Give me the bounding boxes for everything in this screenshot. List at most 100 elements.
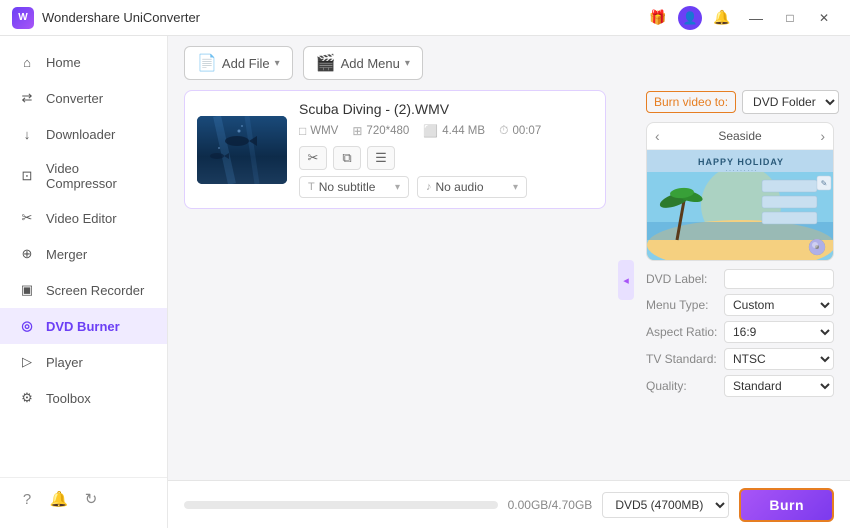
add-file-button[interactable]: 📄 Add File ▾	[184, 46, 293, 80]
user-icon[interactable]: 👤	[678, 6, 702, 30]
sidebar-item-downloader[interactable]: ↓ Downloader	[0, 116, 167, 152]
quality-row: Quality: Standard	[646, 375, 834, 397]
add-menu-chevron: ▾	[405, 58, 410, 69]
svg-text:✎: ✎	[821, 179, 828, 188]
app-title: Wondershare UniConverter	[42, 10, 200, 25]
progress-bar	[184, 501, 498, 509]
preview-prev-button[interactable]: ‹	[655, 128, 660, 144]
dvd-burner-icon: ◎	[18, 317, 36, 335]
audio-chevron: ▾	[513, 182, 518, 193]
subtitle-chevron: ▾	[395, 182, 400, 193]
collapse-panel-button[interactable]: ◂	[618, 260, 634, 300]
svg-text:· · · · · · · · ·: · · · · · · · · ·	[725, 168, 756, 174]
audio-icon: ♪	[426, 181, 432, 193]
help-icon[interactable]: ?	[16, 488, 38, 510]
toolbox-icon: ⚙	[18, 389, 36, 407]
copy-button[interactable]: ⧉	[333, 146, 361, 170]
dvd-format-select-wrap: DVD5 (4700MB)	[602, 492, 729, 518]
file-duration: ⏱ 00:07	[499, 123, 541, 138]
video-editor-icon: ✂	[18, 209, 36, 227]
add-file-icon: 📄	[197, 53, 217, 73]
app-logo: W	[12, 7, 34, 29]
merger-icon: ⊕	[18, 245, 36, 263]
sidebar-label-converter: Converter	[46, 91, 103, 106]
add-menu-label: Add Menu	[341, 56, 400, 71]
aspect-ratio-select[interactable]: 16:9	[724, 321, 834, 343]
titlebar: W Wondershare UniConverter 🎁 👤 🔔 — □ ✕	[0, 0, 850, 36]
svg-text:HAPPY HOLIDAY: HAPPY HOLIDAY	[698, 157, 784, 167]
burn-to-select[interactable]: DVD Folder	[742, 90, 839, 114]
dvd-label-label: DVD Label:	[646, 272, 707, 286]
format-icon: □	[299, 124, 306, 138]
preview-title: Seaside	[718, 129, 761, 143]
audio-label: No audio	[436, 180, 484, 194]
subtitle-label: No subtitle	[319, 180, 376, 194]
menu-type-row: Menu Type: Custom	[646, 294, 834, 316]
file-name: Scuba Diving - (2).WMV	[299, 101, 593, 117]
sidebar-label-video-editor: Video Editor	[46, 211, 117, 226]
file-resolution: ⊞ 720*480	[352, 124, 409, 138]
sidebar-bottom: ? 🔔 ↻	[0, 477, 167, 520]
player-icon: ▷	[18, 353, 36, 371]
tv-standard-row: TV Standard: NTSC	[646, 348, 834, 370]
titlebar-left: W Wondershare UniConverter	[12, 7, 200, 29]
screen-recorder-icon: ▣	[18, 281, 36, 299]
sidebar-item-video-editor[interactable]: ✂ Video Editor	[0, 200, 167, 236]
file-size: ⬜ 4.44 MB	[423, 124, 485, 138]
refresh-icon[interactable]: ↻	[80, 488, 102, 510]
downloader-icon: ↓	[18, 125, 36, 143]
sidebar-item-converter[interactable]: ⇄ Converter	[0, 80, 167, 116]
preview-header: ‹ Seaside ›	[647, 123, 833, 150]
subtitle-icon: T	[308, 181, 315, 193]
preview-next-button[interactable]: ›	[820, 128, 825, 144]
storage-info: 0.00GB/4.70GB	[508, 498, 593, 512]
bottom-bar: 0.00GB/4.70GB DVD5 (4700MB) Burn	[168, 480, 850, 528]
dvd-label-input[interactable]	[724, 269, 834, 289]
subtitle-dropdown[interactable]: T No subtitle ▾	[299, 176, 409, 198]
content-area: 📄 Add File ▾ 🎬 Add Menu ▾	[168, 36, 850, 528]
add-file-label: Add File	[222, 56, 270, 71]
dvd-format-select[interactable]: DVD5 (4700MB)	[603, 493, 728, 517]
gift-icon[interactable]: 🎁	[644, 4, 672, 32]
file-info: Scuba Diving - (2).WMV □ WMV ⊞ 720*480	[299, 101, 593, 198]
dvd-settings: DVD Label: Menu Type: Custom Aspect Rati…	[646, 269, 834, 397]
sidebar-item-merger[interactable]: ⊕ Merger	[0, 236, 167, 272]
home-icon: ⌂	[18, 53, 36, 71]
list-button[interactable]: ☰	[367, 146, 395, 170]
audio-dropdown[interactable]: ♪ No audio ▾	[417, 176, 527, 198]
minimize-button[interactable]: —	[742, 4, 770, 32]
add-menu-icon: 🎬	[316, 53, 336, 73]
quality-select[interactable]: Standard	[724, 375, 834, 397]
sidebar-item-screen-recorder[interactable]: ▣ Screen Recorder	[0, 272, 167, 308]
converter-icon: ⇄	[18, 89, 36, 107]
bell-icon[interactable]: 🔔	[708, 4, 736, 32]
duration-icon: ⏱	[499, 123, 508, 138]
maximize-button[interactable]: □	[776, 4, 804, 32]
add-file-chevron: ▾	[275, 58, 280, 69]
file-action-buttons: ✂ ⧉ ☰	[299, 146, 593, 170]
file-meta: □ WMV ⊞ 720*480 ⬜ 4.44 MB	[299, 123, 593, 138]
toolbar: 📄 Add File ▾ 🎬 Add Menu ▾	[168, 36, 850, 90]
burn-button[interactable]: Burn	[739, 488, 834, 522]
file-dropdowns: T No subtitle ▾ ♪ No audio ▾	[299, 176, 593, 198]
cut-button[interactable]: ✂	[299, 146, 327, 170]
tv-standard-label: TV Standard:	[646, 352, 717, 366]
add-menu-button[interactable]: 🎬 Add Menu ▾	[303, 46, 423, 80]
notification-icon[interactable]: 🔔	[48, 488, 70, 510]
file-list: Scuba Diving - (2).WMV □ WMV ⊞ 720*480	[184, 90, 606, 470]
sidebar-item-toolbox[interactable]: ⚙ Toolbox	[0, 380, 167, 416]
close-button[interactable]: ✕	[810, 4, 838, 32]
preview-card: ‹ Seaside ›	[646, 122, 834, 261]
video-compressor-icon: ⊡	[18, 167, 36, 185]
sidebar-item-dvd-burner[interactable]: ◎ DVD Burner	[0, 308, 167, 344]
menu-type-select[interactable]: Custom	[724, 294, 834, 316]
file-duration-value: 00:07	[512, 125, 541, 137]
tv-standard-select[interactable]: NTSC	[724, 348, 834, 370]
thumbnail-scene	[197, 116, 287, 184]
size-icon: ⬜	[423, 124, 438, 138]
sidebar-item-home[interactable]: ⌂ Home	[0, 44, 167, 80]
preview-image: HAPPY HOLIDAY · · · · · · · · ·	[647, 150, 833, 260]
sidebar-item-player[interactable]: ▷ Player	[0, 344, 167, 380]
file-format: □ WMV	[299, 124, 338, 138]
sidebar-item-video-compressor[interactable]: ⊡ Video Compressor	[0, 152, 167, 200]
